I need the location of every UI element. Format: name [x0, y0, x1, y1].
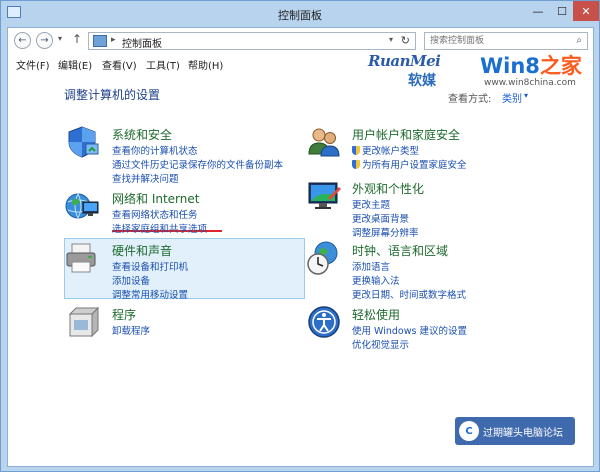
page-title: 调整计算机的设置	[64, 88, 161, 102]
menu-help[interactable]: 帮助(H)	[188, 57, 223, 72]
ruanmei-cn-logo: 软媒	[408, 73, 436, 89]
link-optimize-visual[interactable]: 优化视觉显示	[352, 337, 409, 351]
up-button[interactable]: ↑	[72, 32, 82, 46]
win8-text: Win8	[480, 54, 540, 78]
breadcrumb-chevron-icon[interactable]: ▸	[111, 35, 116, 45]
link-file-history-backup[interactable]: 通过文件历史记录保存你的文件备份副本	[112, 157, 283, 171]
link-troubleshoot[interactable]: 查找并解决问题	[112, 171, 179, 185]
category-title-clock-language[interactable]: 时钟、语言和区域	[352, 242, 448, 259]
chevron-down-icon[interactable]: ▾	[524, 91, 528, 100]
link-text[interactable]: 更改帐户类型	[362, 146, 419, 157]
win8-url: www.win8china.com	[484, 78, 576, 88]
link-family-safety[interactable]: 为所有用户设置家庭安全	[352, 157, 467, 171]
network-globe-icon[interactable]	[64, 188, 100, 224]
back-button[interactable]: ←	[14, 32, 31, 49]
link-recommended-settings[interactable]: 使用 Windows 建议的设置	[352, 323, 467, 337]
link-devices-printers[interactable]: 查看设备和打印机	[112, 259, 188, 273]
forum-logo-icon: C	[459, 421, 479, 441]
link-text[interactable]: 为所有用户设置家庭安全	[362, 160, 467, 171]
link-change-account-type[interactable]: 更改帐户类型	[352, 143, 419, 157]
link-view-computer-status[interactable]: 查看你的计算机状态	[112, 143, 198, 157]
zhijia-text: 之家	[539, 54, 582, 78]
forum-watermark: C 过期罐头电脑论坛	[455, 417, 575, 445]
maximize-button[interactable]: ☐	[549, 1, 575, 21]
category-title-network-internet[interactable]: 网络和 Internet	[112, 190, 199, 207]
link-mobility-settings[interactable]: 调整常用移动设置	[112, 287, 188, 301]
minimize-button[interactable]: —	[525, 1, 551, 21]
link-network-status[interactable]: 查看网络状态和任务	[112, 207, 198, 221]
uac-shield-icon	[352, 160, 360, 169]
refresh-icon[interactable]: ↻	[401, 34, 410, 47]
address-bar[interactable]: ▸ 控制面板 ▾ ↻	[88, 32, 416, 50]
menu-tools[interactable]: 工具(T)	[146, 57, 180, 72]
breadcrumb-control-panel[interactable]: 控制面板	[122, 35, 162, 50]
link-change-theme[interactable]: 更改主题	[352, 197, 390, 211]
category-title-ease-of-access[interactable]: 轻松使用	[352, 306, 400, 323]
close-button[interactable]: ✕	[573, 1, 599, 21]
forum-url: www.gqgtpc.com	[471, 449, 558, 460]
users-icon[interactable]	[306, 124, 342, 160]
category-title-hardware-sound[interactable]: 硬件和声音	[112, 242, 172, 259]
category-title-user-accounts[interactable]: 用户帐户和家庭安全	[352, 126, 460, 143]
forward-button[interactable]: →	[36, 32, 53, 49]
window-title: 控制面板	[278, 9, 322, 22]
link-change-input-method[interactable]: 更换输入法	[352, 273, 400, 287]
address-dropdown-icon[interactable]: ▾	[389, 35, 393, 44]
title-bar[interactable]: 控制面板 — ☐ ✕	[1, 1, 599, 27]
link-homegroup-sharing[interactable]: 选择家庭组和共享选项	[112, 221, 207, 235]
category-title-system-security[interactable]: 系统和安全	[112, 126, 172, 143]
search-icon[interactable]: ⌕	[576, 35, 582, 46]
control-panel-icon	[93, 35, 107, 47]
category-title-appearance[interactable]: 外观和个性化	[352, 180, 424, 197]
link-desktop-background[interactable]: 更改桌面背景	[352, 211, 409, 225]
programs-box-icon[interactable]	[64, 304, 100, 340]
link-uninstall-program[interactable]: 卸载程序	[112, 323, 150, 337]
ruanmei-logo: RuanMei	[368, 52, 441, 70]
link-date-time-format[interactable]: 更改日期、时间或数字格式	[352, 287, 466, 301]
recent-pages-dropdown-icon[interactable]: ▾	[58, 34, 62, 43]
win8-logo: Win8之家	[480, 50, 582, 80]
ease-of-access-icon[interactable]	[306, 304, 342, 340]
content-area: ← → ▾ ↑ ▸ 控制面板 ▾ ↻ ⌕ 文件(F) 编辑(E) 查看(V) 工…	[7, 27, 594, 467]
uac-shield-icon	[352, 146, 360, 155]
appearance-monitor-icon[interactable]	[306, 178, 342, 214]
watermark-logo: RuanMei 软媒 Win8之家 www.win8china.com	[368, 48, 593, 96]
link-add-language[interactable]: 添加语言	[352, 259, 390, 273]
menu-file[interactable]: 文件(F)	[16, 57, 50, 72]
menu-view[interactable]: 查看(V)	[102, 57, 137, 72]
link-screen-resolution[interactable]: 调整屏幕分辨率	[352, 225, 419, 239]
clock-globe-icon[interactable]	[306, 240, 342, 276]
view-by-label: 查看方式:	[448, 94, 492, 105]
menu-edit[interactable]: 编辑(E)	[58, 57, 92, 72]
control-panel-window: 控制面板 — ☐ ✕ ← → ▾ ↑ ▸ 控制面板 ▾ ↻ ⌕ 文件(F) 编辑…	[0, 0, 600, 472]
view-by-dropdown[interactable]: 类别	[502, 90, 522, 105]
security-shield-icon[interactable]	[64, 124, 100, 160]
category-title-programs[interactable]: 程序	[112, 306, 136, 323]
link-add-device[interactable]: 添加设备	[112, 273, 150, 287]
printer-icon[interactable]	[64, 240, 100, 276]
forum-name: 过期罐头电脑论坛	[483, 427, 563, 439]
search-input[interactable]	[425, 33, 565, 49]
